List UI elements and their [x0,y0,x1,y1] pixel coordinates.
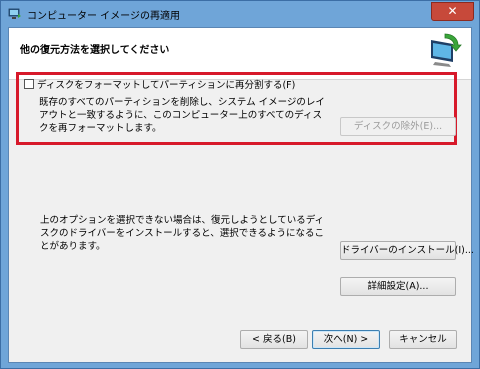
format-checkbox-label[interactable]: ディスクをフォーマットしてパーティションに再分割する(F) [37,80,295,91]
install-driver-button[interactable]: ドライバーのインストール(I)... [340,241,474,260]
driver-description: 上のオプションを選択できない場合は、復元しようとしているディスクのドライバーをイ… [40,215,325,252]
exclude-disks-button[interactable]: ディスクの除外(E)... [340,117,456,136]
format-checkbox-row[interactable]: ディスクをフォーマットしてパーティションに再分割する(F) [24,77,295,91]
title-bar[interactable]: コンピューター イメージの再適用 ✕ [1,1,479,27]
advanced-settings-button[interactable]: 詳細設定(A)... [340,277,456,296]
backup-app-icon [8,8,21,19]
format-checkbox[interactable] [24,79,34,89]
format-description: 既存のすべてのパーティションを削除し、システム イメージのレイアウトと一致するよ… [39,97,325,134]
cancel-button[interactable]: キャンセル [389,330,457,349]
next-button[interactable]: 次へ(N) > [312,330,380,349]
window-title: コンピューター イメージの再適用 [27,11,180,22]
back-button[interactable]: < 戻る(B) [240,330,308,349]
close-button[interactable]: ✕ [431,2,474,21]
restore-computer-icon [431,33,462,67]
dialog-window: コンピューター イメージの再適用 ✕ 他の復元方法を選択してください [0,0,480,369]
page-title: 他の復元方法を選択してください [20,45,170,56]
